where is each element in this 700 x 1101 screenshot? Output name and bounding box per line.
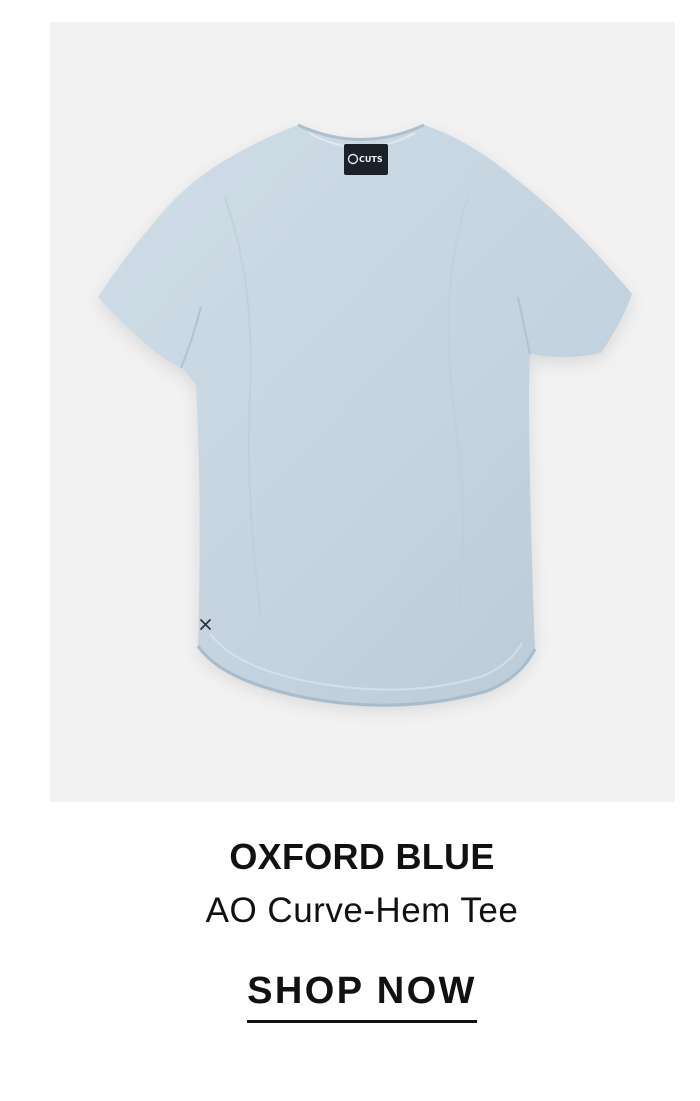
product-image[interactable]: CUTS (50, 22, 675, 802)
product-name: AO Curve-Hem Tee (205, 891, 519, 930)
product-text-block: OXFORD BLUE AO Curve-Hem Tee (0, 835, 700, 933)
color-name: OXFORD BLUE (229, 836, 495, 877)
cta-wrap: SHOP NOW (0, 968, 700, 1023)
brand-tag: CUTS (344, 144, 388, 175)
product-card: CUTS OXFORD BLUE AO Curve-Hem Tee SHOP N… (0, 0, 700, 1101)
tshirt-illustration: CUTS (50, 22, 675, 802)
shop-now-link[interactable]: SHOP NOW (247, 968, 477, 1023)
svg-text:CUTS: CUTS (359, 155, 383, 164)
